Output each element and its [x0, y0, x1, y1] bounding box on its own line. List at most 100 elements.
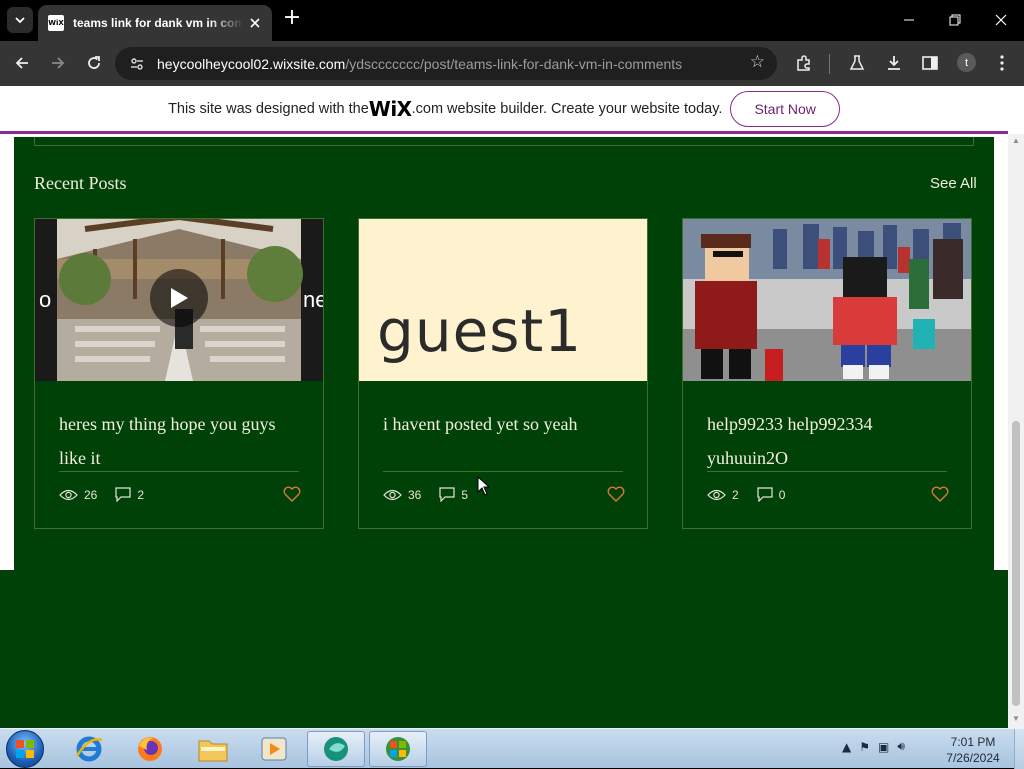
wix-banner-text-before: This site was designed with the [168, 100, 369, 117]
comments-count: 0 [778, 487, 786, 502]
browser-tab-active[interactable]: WiX teams link for dank vm in comments [38, 5, 272, 41]
extensions-button[interactable] [791, 50, 817, 76]
back-button[interactable] [9, 50, 35, 76]
taskbar-chrome[interactable] [369, 731, 427, 767]
post-card[interactable]: guest1 i havent posted yet so yeah 36 5 [358, 218, 648, 529]
side-panel-button[interactable] [917, 50, 943, 76]
new-tab-button[interactable]: + [281, 7, 303, 30]
scrollbar-thumb[interactable] [1012, 421, 1020, 706]
minimize-icon [904, 19, 914, 21]
thumbnail-caption-text: guest1 [377, 297, 583, 365]
comments-count: 5 [461, 487, 469, 502]
windows-logo-icon [16, 740, 34, 758]
browser-tab-bar: WiX teams link for dank vm in comments + [0, 0, 1024, 41]
arrow-right-icon [52, 57, 65, 69]
internet-explorer-icon [75, 736, 103, 762]
close-window-button[interactable] [978, 0, 1024, 40]
windows-taskbar: ▲ ⚑ ▣ 🔊︎ 7:01 PM 7/26/2024 [0, 728, 1024, 769]
side-panel-icon [922, 56, 938, 70]
eye-icon [383, 489, 402, 501]
close-tab-icon[interactable] [246, 14, 264, 32]
firefox-icon [138, 737, 162, 761]
post-title[interactable]: heres my thing hope you guys like it [59, 407, 304, 475]
mouse-cursor [477, 475, 491, 501]
scroll-down-icon[interactable]: ▼ [1010, 714, 1022, 724]
heart-icon[interactable] [607, 486, 625, 507]
play-icon [171, 288, 188, 308]
downloads-button[interactable] [881, 50, 907, 76]
post-title[interactable]: i havent posted yet so yeah [383, 407, 628, 441]
comment-icon [757, 487, 773, 502]
profile-avatar[interactable]: t [957, 53, 976, 72]
restore-icon [949, 14, 961, 26]
see-all-link[interactable]: See All [930, 175, 977, 192]
show-desktop-button[interactable] [1014, 729, 1024, 769]
recent-posts-heading: Recent Posts [34, 173, 127, 193]
browser-toolbar: heycoolheycool02.wixsite.com/ydsccccccc/… [0, 41, 1024, 86]
restore-window-button[interactable] [932, 0, 978, 40]
arrow-left-icon [15, 57, 28, 69]
wix-banner-text-after: .com website builder. Create your websit… [411, 100, 723, 117]
play-button[interactable] [150, 269, 208, 327]
labs-button[interactable] [844, 50, 870, 76]
close-icon [995, 14, 1007, 26]
comment-icon [439, 487, 455, 502]
wix-promo-banner: This site was designed with the WiX .com… [0, 86, 1008, 134]
heart-icon[interactable] [931, 486, 949, 507]
eye-icon [59, 489, 78, 501]
scroll-up-icon[interactable]: ▲ [1010, 136, 1022, 146]
network-icon[interactable]: ▣ [878, 740, 889, 754]
recent-posts-section: Recent Posts See All o ne heres my thing… [14, 137, 994, 571]
card-divider [59, 471, 299, 472]
svg-text:ne: ne [303, 287, 323, 312]
url-path: /ydsccccccc/post/teams-link-for-dank-vm-… [345, 55, 683, 72]
section-separator [34, 137, 974, 146]
card-divider [707, 471, 947, 472]
puzzle-icon [797, 55, 810, 71]
svg-text:o: o [39, 287, 51, 312]
post-thumbnail-video[interactable]: o ne [35, 219, 323, 381]
address-bar[interactable]: heycoolheycool02.wixsite.com/ydsccccccc/… [115, 47, 777, 80]
page-viewport: This site was designed with the WiX .com… [0, 86, 1024, 728]
post-stats: 2 0 [707, 487, 803, 502]
post-thumbnail-image[interactable] [683, 219, 971, 381]
taskbar-clock[interactable]: 7:01 PM 7/26/2024 [935, 734, 1011, 766]
comments-count: 2 [137, 487, 145, 502]
wix-logo: WiX [368, 96, 412, 121]
post-thumbnail-image[interactable]: guest1 [359, 219, 647, 381]
forward-button[interactable] [45, 50, 71, 76]
reload-button[interactable] [81, 50, 107, 76]
taskbar-firefox[interactable] [121, 731, 179, 767]
post-card[interactable]: o ne heres my thing hope you guys like i… [34, 218, 324, 529]
taskbar-internet-explorer[interactable] [60, 731, 118, 767]
bookmark-star-icon[interactable]: ☆ [750, 52, 765, 72]
taskbar-file-explorer[interactable] [184, 731, 242, 767]
tray-expand-icon[interactable]: ▲ [842, 740, 851, 754]
start-button[interactable] [6, 730, 44, 768]
post-card[interactable]: help99233 help992334 yuhuuin2O 2 0 [682, 218, 972, 529]
post-title[interactable]: help99233 help992334 yuhuuin2O [707, 407, 952, 475]
folder-icon [198, 740, 228, 762]
url-host: heycoolheycool02.wixsite.com [157, 55, 346, 72]
start-now-button[interactable]: Start Now [730, 90, 840, 127]
reload-icon [88, 56, 100, 69]
taskbar-active-app[interactable] [307, 731, 365, 767]
heart-icon[interactable] [283, 486, 301, 507]
comment-icon [115, 487, 131, 502]
tab-title: teams link for dank vm in comments [73, 16, 243, 30]
tab-search-button[interactable] [7, 7, 33, 33]
views-count: 2 [732, 487, 739, 502]
taskbar-media-player[interactable] [245, 731, 303, 767]
kebab-menu-icon [1000, 55, 1004, 71]
eye-icon [707, 489, 726, 501]
volume-icon[interactable]: 🔊︎ [897, 739, 905, 754]
browser-menu-button[interactable] [989, 50, 1015, 76]
site-info-icon[interactable] [127, 54, 147, 74]
chevron-down-icon [15, 17, 25, 24]
app-icon [324, 737, 348, 761]
minimize-window-button[interactable] [886, 0, 932, 40]
action-center-flag-icon[interactable]: ⚑ [859, 740, 870, 754]
page-footer-area [0, 570, 1008, 728]
flask-icon [849, 55, 865, 70]
toolbar-divider [829, 54, 830, 74]
